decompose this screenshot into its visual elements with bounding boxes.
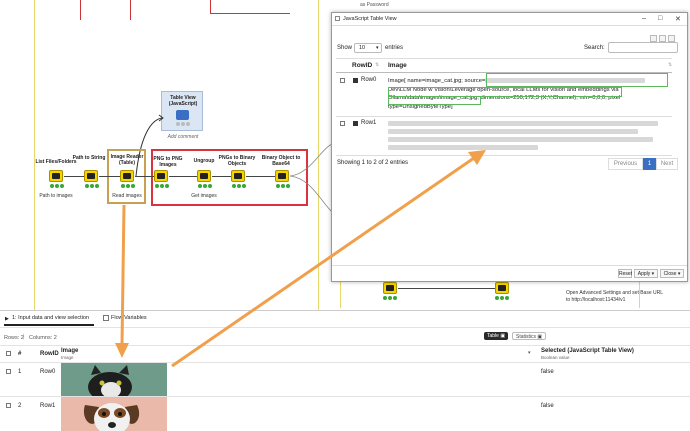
annotation-arrows (115, 150, 486, 368)
